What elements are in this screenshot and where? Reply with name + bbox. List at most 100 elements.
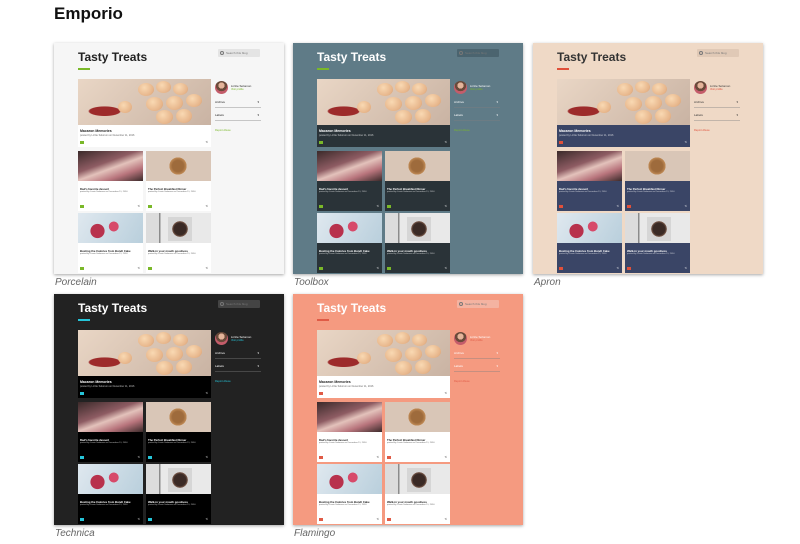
labels-row: Labels ▾ <box>454 113 500 121</box>
post-card: Walk-in your mouth goodness posted by Li… <box>146 494 211 524</box>
post-thumbnail <box>385 402 450 432</box>
post-card: Dad's favorite dessert posted by Lizzie … <box>78 181 143 211</box>
post-byline: posted by Lizzie Solomon on December 11,… <box>80 191 128 193</box>
post-byline: posted by Lizzie Solomon on December 11,… <box>319 442 367 444</box>
labels-label: Labels <box>454 113 463 117</box>
title-rule <box>557 68 569 70</box>
post-byline: posted by Lizzie Solomon on December 11,… <box>319 191 367 193</box>
labels-row: Labels ▾ <box>215 364 261 372</box>
theme-card-apron[interactable]: Tasty Treats Search this blog Macaron Me… <box>533 43 763 288</box>
share-icon: < <box>444 265 447 270</box>
post-card: The Perfect Breakfast Dinner posted by L… <box>385 432 450 462</box>
search-input: Search this blog <box>218 300 260 308</box>
post-byline: posted by Lizzie Solomon on December 11,… <box>319 504 367 506</box>
search-placeholder: Search this blog <box>226 51 248 55</box>
post-card: Walk-in your mouth goodness posted by Li… <box>385 494 450 524</box>
share-icon: < <box>205 454 208 459</box>
share-icon: < <box>137 203 140 208</box>
labels-row: Labels ▾ <box>694 113 740 121</box>
post-byline: posted by Lizzie Solomon on December 11,… <box>80 504 128 506</box>
comment-icon <box>387 267 391 270</box>
profile-link: Visit profile <box>710 88 723 91</box>
post-byline: posted by Lizzie Solomon on December 11,… <box>559 253 607 255</box>
search-icon <box>459 51 463 55</box>
theme-name[interactable]: Porcelain <box>55 277 97 288</box>
hero-post-card: Macaron Memories posted by Lizzie Solomo… <box>317 376 450 398</box>
post-thumbnail <box>385 213 450 243</box>
share-icon: < <box>444 516 447 521</box>
title-rule <box>317 319 329 321</box>
theme-preview[interactable]: Tasty Treats Search this blog Macaron Me… <box>54 43 284 274</box>
post-byline: posted by Lizzie Solomon on December 11,… <box>387 442 435 444</box>
share-icon: < <box>137 516 140 521</box>
share-icon: < <box>684 265 687 270</box>
post-thumbnail <box>146 464 211 494</box>
post-byline: posted by Lizzie Solomon on December 11,… <box>80 385 135 388</box>
share-icon: < <box>616 203 619 208</box>
post-byline: posted by Lizzie Solomon on December 11,… <box>387 504 435 506</box>
search-placeholder: Search this blog <box>705 51 727 55</box>
search-input: Search this blog <box>697 49 739 57</box>
theme-preview[interactable]: Tasty Treats Search this blog Macaron Me… <box>293 43 523 274</box>
theme-name[interactable]: Apron <box>534 277 561 288</box>
post-byline: posted by Lizzie Solomon on December 11,… <box>387 191 435 193</box>
theme-preview[interactable]: Tasty Treats Search this blog Macaron Me… <box>54 294 284 525</box>
hero-post-card: Macaron Memories posted by Lizzie Solomo… <box>78 376 211 398</box>
post-thumbnail <box>317 464 382 494</box>
avatar <box>454 332 467 345</box>
profile-link: Visit profile <box>231 339 244 342</box>
share-icon: < <box>616 265 619 270</box>
theme-card-flamingo[interactable]: Tasty Treats Search this blog Macaron Me… <box>293 294 523 539</box>
comment-icon <box>80 205 84 208</box>
post-card: The Perfect Breakfast Dinner posted by L… <box>625 181 690 211</box>
chevron-down-icon: ▾ <box>257 364 259 368</box>
post-byline: posted by Lizzie Solomon on December 11,… <box>319 134 374 137</box>
post-byline: posted by Lizzie Solomon on December 11,… <box>319 385 374 388</box>
blog-title: Tasty Treats <box>557 50 627 64</box>
theme-name[interactable]: Flamingo <box>294 528 335 539</box>
profile-link: Visit profile <box>470 88 483 91</box>
post-thumbnail <box>146 151 211 181</box>
comment-icon <box>319 267 323 270</box>
avatar <box>215 81 228 94</box>
share-icon: < <box>205 516 208 521</box>
search-placeholder: Search this blog <box>465 51 487 55</box>
hero-post-card: Macaron Memories posted by Lizzie Solomo… <box>317 125 450 147</box>
blog-title: Tasty Treats <box>317 301 387 315</box>
post-title: Macaron Memories <box>559 129 591 133</box>
theme-card-technica[interactable]: Tasty Treats Search this blog Macaron Me… <box>54 294 284 539</box>
labels-row: Labels ▾ <box>454 364 500 372</box>
post-thumbnail <box>146 402 211 432</box>
comment-icon <box>319 392 323 395</box>
theme-card-porcelain[interactable]: Tasty Treats Search this blog Macaron Me… <box>54 43 284 288</box>
theme-preview[interactable]: Tasty Treats Search this blog Macaron Me… <box>293 294 523 525</box>
comment-icon <box>319 205 323 208</box>
theme-name[interactable]: Toolbox <box>294 277 329 288</box>
archive-label: Archive <box>454 351 465 355</box>
post-byline: posted by Lizzie Solomon on December 11,… <box>148 442 196 444</box>
theme-preview[interactable]: Tasty Treats Search this blog Macaron Me… <box>533 43 763 274</box>
post-card: Busting the Calories from Bundt Cake pos… <box>317 494 382 524</box>
post-card: Walk-in your mouth goodness posted by Li… <box>625 243 690 273</box>
report-abuse-link: Report Abuse <box>454 129 470 132</box>
blog-title: Tasty Treats <box>78 50 148 64</box>
post-thumbnail <box>146 213 211 243</box>
share-icon: < <box>376 516 379 521</box>
post-thumbnail <box>317 151 382 181</box>
comment-icon <box>148 456 152 459</box>
theme-name[interactable]: Technica <box>55 528 95 539</box>
blog-title: Tasty Treats <box>78 301 148 315</box>
labels-label: Labels <box>215 113 224 117</box>
theme-card-toolbox[interactable]: Tasty Treats Search this blog Macaron Me… <box>293 43 523 288</box>
archive-row: Archive ▾ <box>694 100 740 108</box>
hero-image <box>317 79 450 125</box>
search-placeholder: Search this blog <box>465 302 487 306</box>
comment-icon <box>80 267 84 270</box>
share-icon: < <box>205 265 208 270</box>
comment-icon <box>559 267 563 270</box>
comment-icon <box>559 205 563 208</box>
comment-icon <box>387 456 391 459</box>
post-card: Walk-in your mouth goodness posted by Li… <box>385 243 450 273</box>
hero-image <box>78 330 211 376</box>
archive-label: Archive <box>454 100 465 104</box>
